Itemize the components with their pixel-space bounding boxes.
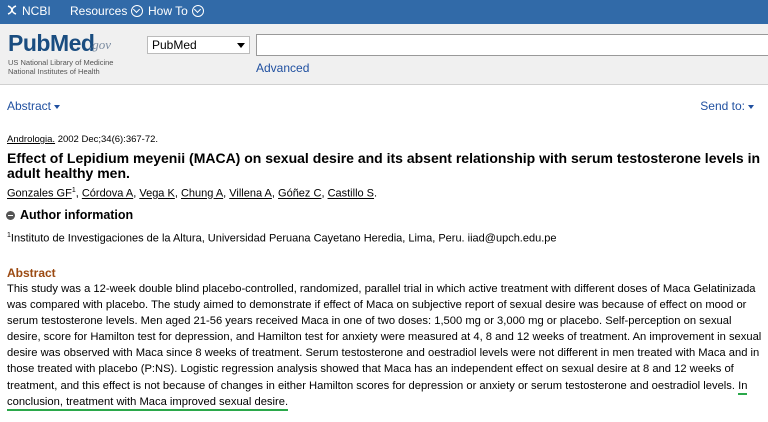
nlm-line: US National Library of Medicine	[8, 58, 114, 67]
author-information-heading: Author information	[20, 208, 134, 222]
caret-down-icon	[54, 104, 61, 109]
article-title: Effect of Lepidium meyenii (MACA) on sex…	[7, 150, 761, 181]
ncbi-logo-text: NCBI	[22, 4, 51, 18]
nlm-subtitle: US National Library of Medicine National…	[8, 58, 113, 76]
nih-line: National Institutes of Health	[8, 67, 100, 76]
citation: Andrologia. 2002 Dec;34(6):367-72.	[7, 134, 158, 145]
author-link[interactable]: Vega K	[139, 188, 174, 200]
author-link[interactable]: Chung A	[181, 188, 223, 200]
ncbi-home-link[interactable]: NCBI	[6, 4, 51, 18]
resources-menu[interactable]: Resources	[70, 4, 144, 18]
author-link[interactable]: Córdova A	[82, 188, 133, 200]
abstract-body: This study was a 12-week double blind pl…	[7, 281, 765, 411]
search-input[interactable]	[256, 34, 768, 56]
dropdown-arrow-icon	[237, 43, 245, 48]
pubmed-logo-gov: .gov	[89, 37, 112, 52]
abstract-text: This study was a 12-week double blind pl…	[7, 283, 762, 392]
journal-link[interactable]: Andrologia.	[7, 134, 55, 145]
howto-menu[interactable]: How To	[148, 4, 204, 18]
abstract-heading: Abstract	[7, 266, 56, 280]
caret-down-icon	[748, 104, 754, 109]
author-link[interactable]: Castillo S	[328, 188, 374, 200]
format-dropdown[interactable]: Abstract	[7, 99, 61, 113]
collapse-icon	[6, 210, 15, 220]
author-link[interactable]: Gonzales GF	[7, 188, 72, 200]
chevron-down-icon	[131, 5, 144, 17]
resources-label: Resources	[70, 4, 128, 18]
database-select-value: PubMed	[152, 38, 197, 52]
citation-details: 2002 Dec;34(6):367-72.	[55, 134, 159, 145]
format-label: Abstract	[7, 99, 52, 113]
author-affiliation-sup: 1	[71, 187, 76, 194]
author-link[interactable]: Villena A	[229, 188, 272, 200]
affiliation-text: Instituto de Investigaciones de la Altur…	[10, 232, 557, 245]
chevron-down-icon	[191, 5, 204, 17]
author-link[interactable]: Góñez C	[278, 188, 321, 200]
author-information-toggle[interactable]: Author information	[6, 208, 133, 222]
pubmed-logo[interactable]: PubMed	[8, 30, 95, 57]
send-to-dropdown[interactable]: Send to:	[700, 99, 754, 113]
advanced-search-link[interactable]: Advanced	[256, 61, 309, 75]
database-select[interactable]: PubMed	[147, 36, 250, 54]
howto-label: How To	[148, 4, 188, 18]
affiliation: 1Instituto de Investigaciones de la Altu…	[7, 232, 557, 245]
pubmed-header: PubMed .gov US National Library of Medic…	[0, 24, 768, 85]
author-list: Gonzales GF1, Córdova A, Vega K, Chung A…	[7, 187, 378, 200]
send-to-label: Send to:	[700, 99, 745, 113]
ncbi-helix-icon	[7, 5, 17, 15]
ncbi-top-bar: NCBI Resources How To	[0, 0, 768, 24]
